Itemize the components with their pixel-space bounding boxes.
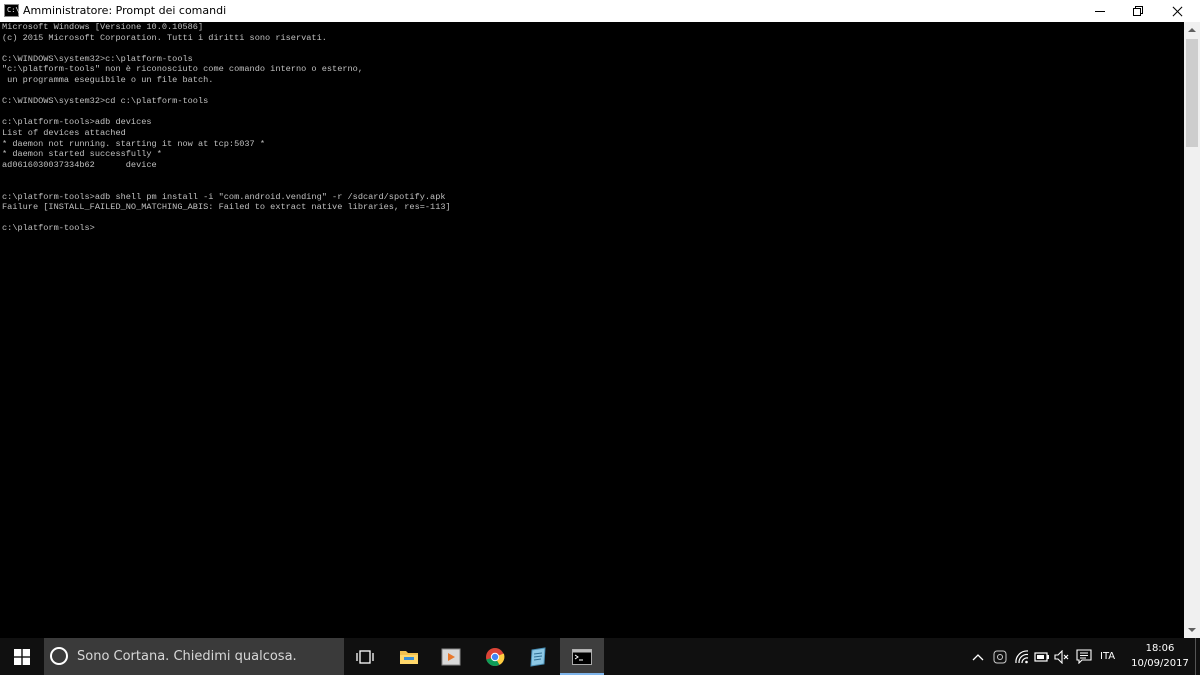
file-explorer-button[interactable] [389, 638, 429, 675]
scrollbar-thumb[interactable] [1186, 39, 1198, 147]
window-icon-label: C:\ [7, 6, 20, 14]
app-tray-icon [993, 650, 1007, 663]
taskbar: Sono Cortana. Chiedimi qualcosa. ITA 18:… [0, 638, 1200, 675]
console-line: c:\platform-tools> [2, 223, 95, 234]
network-icon [1015, 649, 1029, 663]
tray-app-button[interactable] [991, 638, 1009, 675]
notepad-button[interactable] [518, 638, 558, 675]
console-line: un programma eseguibile o un file batch. [2, 74, 214, 85]
windows-logo-icon [14, 648, 30, 665]
network-button[interactable] [1013, 638, 1031, 675]
arrow-down-icon [1188, 628, 1196, 632]
title-bar[interactable]: C:\ Amministratore: Prompt dei comandi [0, 0, 1200, 22]
battery-icon [1034, 651, 1049, 662]
action-center-icon [1076, 649, 1092, 664]
console-output: Microsoft Windows [Versione 10.0.10586] … [2, 22, 451, 234]
clock-time[interactable]: 18:06 [1136, 642, 1184, 655]
window-title: Amministratore: Prompt dei comandi [23, 4, 227, 17]
restore-icon [1133, 6, 1143, 16]
cortana-icon [50, 647, 68, 665]
console-line: c:\platform-tools>adb shell pm install -… [2, 191, 446, 202]
console-line: (c) 2015 Microsoft Corporation. Tutti i … [2, 32, 327, 43]
chrome-icon [486, 647, 505, 666]
clock-date[interactable]: 10/09/2017 [1130, 657, 1190, 670]
console-line: C:\WINDOWS\system32>c:\platform-tools [2, 53, 193, 64]
console-line: Microsoft Windows [Versione 10.0.10586] [2, 22, 204, 32]
close-button[interactable] [1154, 0, 1200, 22]
notepad-icon [530, 646, 546, 667]
console-line: c:\platform-tools>adb devices [2, 117, 152, 128]
console-line: "c:\platform-tools" non è riconosciuto c… [2, 64, 363, 75]
battery-button[interactable] [1033, 638, 1051, 675]
console-area[interactable]: Microsoft Windows [Versione 10.0.10586] … [0, 22, 1184, 638]
input-language-indicator[interactable]: ITA [1100, 650, 1115, 663]
file-explorer-icon [400, 651, 418, 664]
console-line: ad0616030037334b62 device [2, 159, 157, 170]
cortana-search-box[interactable]: Sono Cortana. Chiedimi qualcosa. [44, 638, 344, 675]
volume-muted-icon [1054, 649, 1069, 664]
console-line: * daemon not running. starting it now at… [2, 138, 266, 149]
show-hidden-icons-button[interactable] [970, 638, 986, 675]
scroll-up-button[interactable] [1184, 22, 1200, 38]
console-line: Failure [INSTALL_FAILED_NO_MATCHING_ABIS… [2, 202, 451, 213]
close-icon [1172, 6, 1183, 17]
start-button[interactable] [0, 638, 44, 675]
show-desktop-button[interactable] [1195, 638, 1196, 675]
console-line: * daemon started successfully * [2, 149, 162, 160]
vertical-scrollbar[interactable] [1184, 22, 1200, 638]
scroll-down-button[interactable] [1184, 622, 1200, 638]
media-player-button[interactable] [431, 638, 471, 675]
command-prompt-window-icon[interactable]: C:\ [4, 4, 20, 17]
console-line: List of devices attached [2, 127, 126, 138]
command-prompt-icon [572, 648, 592, 665]
chrome-button[interactable] [475, 638, 515, 675]
volume-button[interactable] [1053, 638, 1071, 675]
action-center-button[interactable] [1074, 638, 1094, 675]
arrow-up-icon [1188, 28, 1196, 32]
media-player-icon [441, 648, 461, 665]
search-placeholder: Sono Cortana. Chiedimi qualcosa. [77, 649, 297, 664]
task-view-icon [356, 649, 374, 664]
minimize-icon [1095, 10, 1105, 12]
task-view-button[interactable] [345, 638, 385, 675]
console-line: C:\WINDOWS\system32>cd c:\platform-tools [2, 96, 209, 107]
chevron-up-icon [972, 653, 984, 660]
command-prompt-taskbar-button[interactable] [560, 638, 604, 675]
